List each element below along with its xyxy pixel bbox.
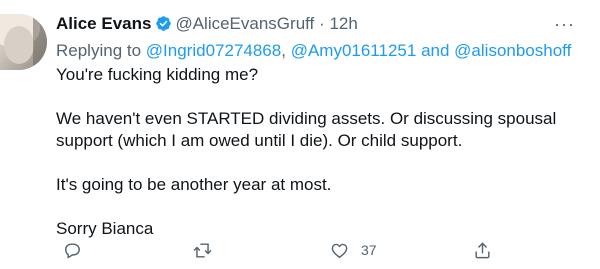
like-icon [331,243,348,258]
author-handle[interactable]: @AliceEvansGruff [175,14,314,33]
share-button[interactable] [473,236,492,264]
mention-and[interactable]: and [421,41,449,60]
retweet-button[interactable] [193,236,212,264]
like-count: 37 [361,242,377,258]
share-icon [475,242,490,258]
more-icon[interactable]: ··· [554,14,576,34]
tweet-line: We haven't even STARTED dividing assets.… [56,109,557,150]
tweet-actions: 37 [0,236,600,264]
reply-icon [65,242,80,258]
mention-separator: , [281,41,286,60]
like-button[interactable]: 37 [330,236,377,264]
tweet-line: You're fucking kidding me? [56,65,259,84]
tweet-timestamp[interactable]: 12h [329,14,357,33]
replying-to: Replying to @Ingrid07274868, @Amy0161125… [56,40,571,62]
header-separator: · [319,14,325,33]
retweet-icon [193,242,212,258]
mention-link-3[interactable]: @alisonboshoff [454,41,571,60]
avatar[interactable] [0,14,47,70]
mention-link-2[interactable]: @Amy01611251 [291,41,417,60]
tweet-text: You're fucking kidding me? We haven't ev… [56,64,596,240]
tweet-line: It's going to be another year at most. [56,175,332,194]
tweet-header: Alice Evans @AliceEvansGruff · 12h [56,13,358,35]
mention-link-1[interactable]: @Ingrid07274868 [146,41,281,60]
verified-icon [156,16,172,31]
replying-to-label: Replying to [56,41,142,60]
author-name[interactable]: Alice Evans [56,14,151,33]
reply-button[interactable] [63,236,82,264]
